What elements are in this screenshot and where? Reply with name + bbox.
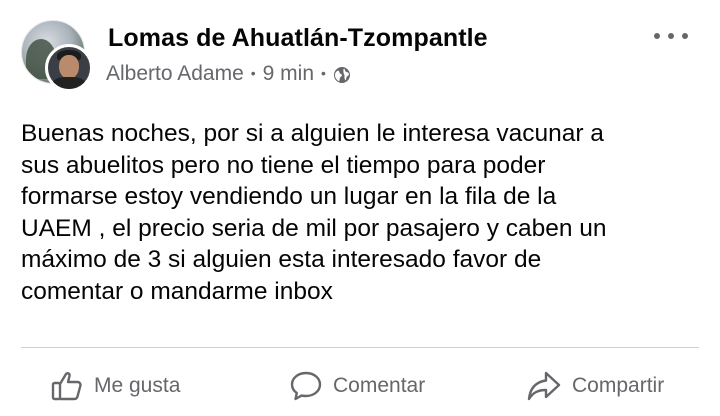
post-meta: Alberto Adame • 9 min • [106, 62, 351, 86]
action-bar: Me gusta Comentar Compartir [0, 356, 720, 416]
post-body: Buenas noches, por si a alguien le inter… [21, 118, 701, 307]
comment-button[interactable]: Comentar [289, 368, 425, 404]
globe-icon[interactable] [333, 66, 351, 84]
avatar-shirt [52, 77, 86, 89]
post-timestamp[interactable]: 9 min [263, 62, 314, 86]
group-name-link[interactable]: Lomas de Ahuatlán-Tzompantle [108, 24, 488, 53]
comment-label: Comentar [333, 374, 426, 397]
share-label: Compartir [572, 374, 665, 397]
share-button[interactable]: Compartir [526, 368, 664, 404]
share-arrow-icon [527, 371, 561, 401]
comment-bubble-icon [290, 371, 322, 401]
meta-separator: • [321, 65, 326, 81]
thumbs-up-icon [51, 372, 82, 401]
more-dot [682, 33, 688, 39]
like-label: Me gusta [94, 374, 181, 397]
author-name-link[interactable]: Alberto Adame [106, 62, 244, 86]
avatar-face [59, 55, 79, 79]
more-dot [654, 33, 660, 39]
facebook-post: Lomas de Ahuatlán-Tzompantle Alberto Ada… [0, 0, 720, 416]
more-options-icon[interactable] [654, 26, 688, 46]
post-text-line: Buenas noches, por si a alguien le inter… [21, 120, 604, 147]
user-avatar[interactable] [45, 44, 93, 92]
like-button[interactable]: Me gusta [50, 368, 180, 404]
post-text-line: máximo de 3 si alguien esta interesado f… [21, 246, 542, 273]
actions-divider [21, 347, 699, 348]
avatar-stack[interactable] [21, 20, 93, 92]
more-dot [668, 33, 674, 39]
meta-separator: • [250, 65, 256, 81]
post-text-line: formarse estoy vendiendo un lugar en la … [21, 183, 557, 210]
post-text-line: sus abuelitos pero no tiene el tiempo pa… [21, 151, 546, 179]
post-text-line: UAEM , el precio seria de mil por pasaje… [21, 214, 607, 242]
post-text-line: comentar o mandarme inbox [21, 277, 333, 305]
